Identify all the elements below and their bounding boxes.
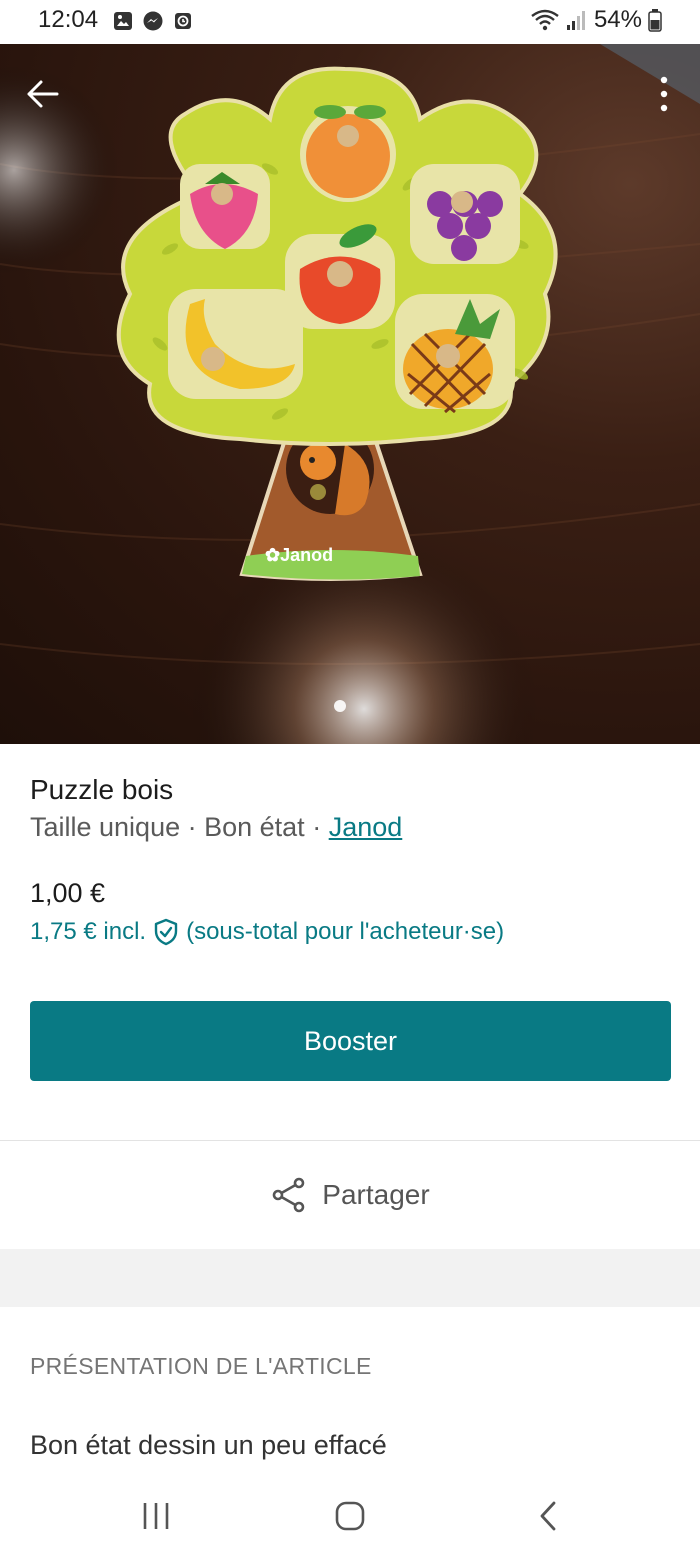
status-right: 54% bbox=[530, 6, 662, 34]
recent-apps-icon bbox=[143, 1503, 169, 1529]
item-description: Bon état dessin un peu effacé bbox=[30, 1430, 387, 1460]
wifi-icon bbox=[531, 9, 559, 31]
status-bar: 12:04 54% bbox=[0, 0, 700, 44]
item-brand-link[interactable]: Janod bbox=[329, 812, 403, 842]
wooden-tree-puzzle-image: ✿Janod bbox=[0, 44, 700, 744]
status-time: 12:04 bbox=[38, 6, 99, 33]
battery-icon bbox=[648, 9, 662, 32]
item-price: 1,00 € bbox=[30, 878, 106, 908]
share-label: Partager bbox=[322, 1179, 430, 1210]
home-icon bbox=[335, 1501, 365, 1531]
share-button[interactable]: Partager bbox=[0, 1141, 700, 1249]
gallery-icon bbox=[114, 12, 132, 30]
system-back-button[interactable] bbox=[526, 1494, 570, 1538]
arrow-left-icon bbox=[27, 80, 59, 108]
section-separator bbox=[0, 1249, 700, 1307]
product-photo[interactable]: ✿Janod bbox=[0, 44, 700, 744]
price-incl-note: (sous-total pour l'acheteur·se) bbox=[186, 918, 505, 945]
back-button[interactable] bbox=[20, 72, 64, 116]
shield-check-icon bbox=[154, 918, 178, 946]
more-options-button[interactable] bbox=[652, 72, 676, 116]
meta-separator: · bbox=[180, 812, 205, 842]
price-incl-amount: 1,75 € incl. bbox=[30, 918, 147, 945]
item-meta: Taille unique · Bon état · Janod bbox=[30, 812, 402, 843]
item-size: Taille unique bbox=[30, 812, 181, 842]
meta-separator: · bbox=[304, 812, 329, 842]
item-condition: Bon état bbox=[204, 812, 305, 842]
booster-button[interactable]: Booster bbox=[30, 1001, 671, 1081]
notification-icons bbox=[112, 10, 194, 32]
alarm-icon bbox=[175, 13, 191, 29]
system-nav-bar bbox=[0, 1472, 700, 1560]
home-button[interactable] bbox=[328, 1494, 372, 1538]
kebab-menu-icon bbox=[660, 76, 668, 112]
share-icon bbox=[272, 1177, 305, 1213]
section-header: PRÉSENTATION DE L'ARTICLE bbox=[30, 1353, 372, 1379]
messenger-icon bbox=[143, 11, 163, 31]
page-indicator-dot bbox=[334, 700, 346, 712]
recent-apps-button[interactable] bbox=[134, 1494, 178, 1538]
battery-percent: 54% bbox=[593, 6, 642, 33]
janod-logo-text: ✿Janod bbox=[265, 545, 333, 565]
signal-icon bbox=[566, 11, 585, 30]
buyer-total-price[interactable]: 1,75 € incl. (sous-total pour l'acheteur… bbox=[30, 918, 504, 946]
item-title: Puzzle bois bbox=[30, 774, 174, 805]
chevron-left-icon bbox=[540, 1501, 556, 1531]
